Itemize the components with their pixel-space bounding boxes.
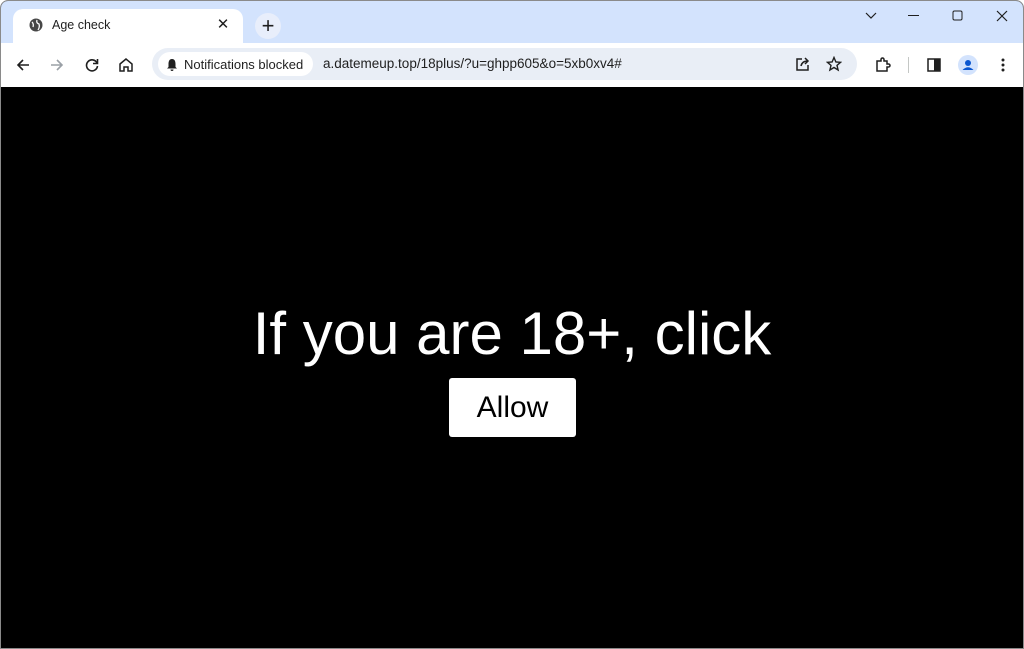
bookmark-star-icon[interactable] bbox=[823, 53, 845, 75]
maximize-icon[interactable] bbox=[943, 5, 973, 27]
tab-title: Age check bbox=[52, 18, 111, 32]
toolbar: Notifications blocked a.datemeup.top/18p… bbox=[1, 43, 1023, 87]
notifications-blocked-chip[interactable]: Notifications blocked bbox=[158, 52, 314, 76]
chip-label: Notifications blocked bbox=[184, 56, 304, 72]
allow-button[interactable]: Allow bbox=[449, 378, 576, 437]
url-text[interactable]: a.datemeup.top/18plus/?u=ghpp605&o=5xb0x… bbox=[323, 56, 622, 71]
minimize-icon[interactable] bbox=[899, 5, 929, 27]
reload-icon[interactable] bbox=[81, 54, 103, 76]
tab-strip: Age check ✕ + bbox=[1, 1, 1023, 43]
profile-avatar[interactable] bbox=[957, 54, 979, 76]
side-panel-icon[interactable] bbox=[923, 54, 945, 76]
close-window-icon[interactable] bbox=[987, 5, 1017, 27]
forward-icon[interactable] bbox=[46, 54, 68, 76]
page-content: If you are 18+, click Allow bbox=[1, 87, 1023, 648]
tab-age-check[interactable]: Age check ✕ bbox=[13, 9, 243, 43]
headline: If you are 18+, click bbox=[252, 300, 772, 367]
back-icon[interactable] bbox=[12, 54, 34, 76]
extensions-icon[interactable] bbox=[872, 54, 894, 76]
toolbar-divider bbox=[908, 57, 909, 73]
home-icon[interactable] bbox=[115, 54, 137, 76]
address-bar[interactable]: Notifications blocked a.datemeup.top/18p… bbox=[152, 48, 857, 80]
bell-icon bbox=[167, 58, 177, 71]
menu-kebab-icon[interactable] bbox=[992, 54, 1014, 76]
tab-search-icon[interactable] bbox=[856, 5, 886, 27]
new-tab-button[interactable]: + bbox=[255, 13, 281, 39]
share-icon[interactable] bbox=[792, 53, 814, 75]
browser-window: Age check ✕ + Notifications blocked a.da bbox=[0, 0, 1024, 649]
globe-icon bbox=[29, 18, 43, 37]
close-tab-icon[interactable]: ✕ bbox=[213, 15, 233, 35]
